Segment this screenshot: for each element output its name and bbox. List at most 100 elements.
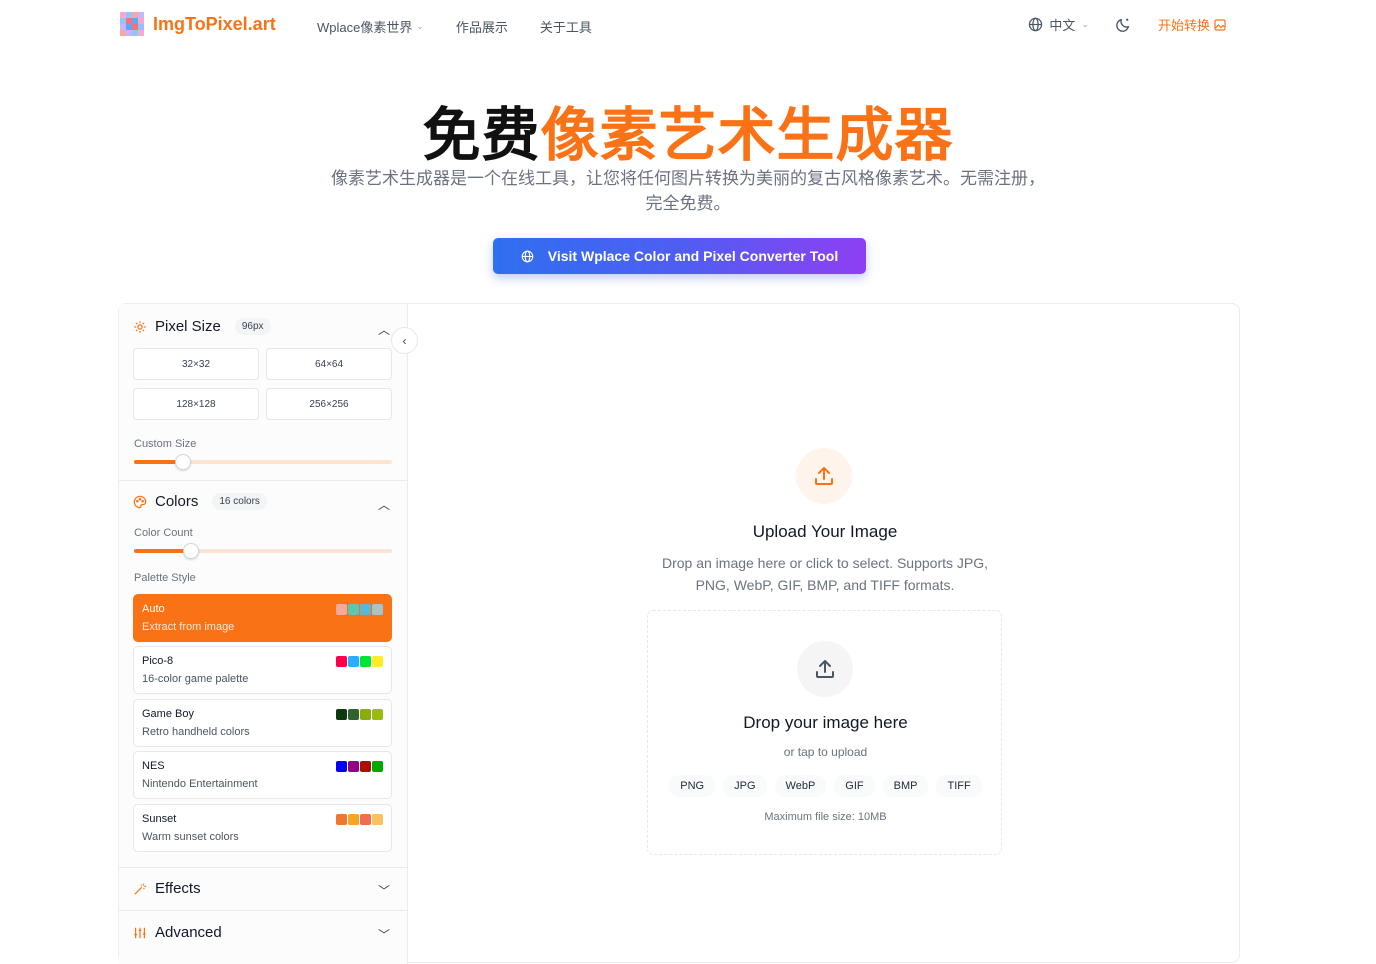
color-swatch bbox=[336, 761, 347, 772]
collapse-sidebar-button[interactable]: ‹ bbox=[391, 327, 418, 354]
palette-name: Auto bbox=[142, 603, 165, 615]
chevron-down-icon: ⌄ bbox=[1081, 19, 1089, 29]
colors-header[interactable]: Colors 16 colors bbox=[133, 493, 267, 510]
chevron-up-icon[interactable]: ︿ bbox=[378, 321, 390, 338]
start-convert-link[interactable]: 开始转换 bbox=[1158, 15, 1226, 34]
effects-title: Effects bbox=[155, 880, 201, 897]
magic-wand-icon bbox=[134, 883, 147, 895]
chevron-up-icon[interactable]: ︿ bbox=[378, 496, 390, 513]
upload-icon-badge bbox=[797, 641, 853, 697]
palette-sunset[interactable]: Sunset Warm sunset colors bbox=[133, 804, 392, 852]
nav-link-about[interactable]: 关于工具 bbox=[540, 17, 592, 36]
logo-text: ImgToPixel.art bbox=[153, 13, 276, 34]
size-option-64[interactable]: 64×64 bbox=[266, 348, 392, 380]
advanced-header[interactable]: Advanced bbox=[133, 924, 222, 941]
nav-right: 中文 ⌄ 开始转换 bbox=[1028, 15, 1226, 34]
color-swatch bbox=[336, 656, 347, 667]
color-count-slider[interactable] bbox=[134, 543, 392, 559]
palette-gameboy[interactable]: Game Boy Retro handheld colors bbox=[133, 699, 392, 747]
palette-name: NES bbox=[142, 760, 165, 772]
globe-icon bbox=[1029, 17, 1043, 32]
pixel-size-header[interactable]: Pixel Size 96px bbox=[133, 318, 271, 335]
upload-title: Upload Your Image bbox=[752, 522, 898, 541]
divider bbox=[119, 910, 408, 911]
color-swatch bbox=[348, 709, 359, 720]
color-swatch bbox=[348, 761, 359, 772]
size-option-256[interactable]: 256×256 bbox=[266, 388, 392, 420]
color-swatch bbox=[372, 656, 383, 667]
colors-badge: 16 colors bbox=[212, 493, 267, 510]
effects-header[interactable]: Effects bbox=[133, 880, 201, 897]
nav-link-label: 作品展示 bbox=[455, 20, 508, 35]
format-badge: PNG bbox=[669, 775, 716, 797]
color-swatch bbox=[360, 709, 371, 720]
palette-auto[interactable]: Auto Extract from image bbox=[133, 594, 392, 642]
format-badge: TIFF bbox=[936, 775, 982, 797]
logo[interactable]: ImgToPixel.art bbox=[120, 12, 276, 36]
custom-size-slider[interactable] bbox=[134, 454, 392, 470]
palette-icon bbox=[133, 495, 147, 508]
color-swatch bbox=[372, 604, 383, 615]
language-selector[interactable]: 中文 ⌄ bbox=[1028, 15, 1089, 34]
pixel-size-badge: 96px bbox=[234, 318, 271, 335]
start-convert-label: 开始转换 bbox=[1157, 18, 1210, 33]
format-badge: JPG bbox=[723, 775, 767, 797]
palette-nes[interactable]: NES Nintendo Entertainment bbox=[133, 751, 392, 799]
settings-sidebar: Pixel Size 96px ︿ 32×32 64×64 128×128 25… bbox=[119, 304, 408, 964]
hero-subtitle: 像素艺术生成器是一个在线工具，让您将任何图片转换为美丽的复古风格像素艺术。无需注… bbox=[331, 169, 1045, 213]
palette-desc: 16-color game palette bbox=[142, 673, 249, 685]
palette-desc: Warm sunset colors bbox=[142, 831, 239, 843]
color-swatch bbox=[348, 814, 359, 825]
pixel-size-title: Pixel Size bbox=[155, 318, 221, 335]
sliders-icon bbox=[134, 927, 146, 938]
nav-link-label: 关于工具 bbox=[539, 20, 592, 35]
palette-desc: Retro handheld colors bbox=[142, 726, 250, 738]
advanced-title: Advanced bbox=[155, 924, 222, 941]
color-swatch bbox=[372, 814, 383, 825]
custom-size-label: Custom Size bbox=[134, 438, 197, 450]
slider-thumb[interactable] bbox=[175, 454, 192, 470]
palette-desc: Extract from image bbox=[142, 621, 235, 633]
color-swatch bbox=[360, 814, 371, 825]
upload-area: Upload Your Image Drop an image here or … bbox=[409, 304, 1241, 964]
hero-title: 免费像素艺术生成器 bbox=[0, 88, 1376, 172]
palette-swatches bbox=[336, 604, 383, 615]
color-swatch bbox=[336, 814, 347, 825]
palette-swatches bbox=[336, 709, 383, 720]
theme-toggle[interactable] bbox=[1115, 16, 1132, 33]
chevron-down-icon[interactable]: ﹀ bbox=[378, 882, 390, 899]
upload-icon bbox=[816, 660, 834, 678]
drop-subtitle: or tap to upload bbox=[783, 745, 868, 759]
drop-title: Drop your image here bbox=[743, 713, 908, 732]
logo-icon bbox=[120, 12, 144, 36]
converter-panel: Pixel Size 96px ︿ 32×32 64×64 128×128 25… bbox=[118, 303, 1241, 964]
size-option-128[interactable]: 128×128 bbox=[133, 388, 259, 420]
globe-icon bbox=[521, 250, 534, 262]
palette-swatches bbox=[336, 814, 383, 825]
format-badge: GIF bbox=[834, 775, 875, 797]
palette-swatches bbox=[336, 761, 383, 772]
chevron-down-icon: ⌄ bbox=[416, 21, 424, 31]
palette-desc: Nintendo Entertainment bbox=[142, 778, 258, 790]
color-swatch bbox=[360, 761, 371, 772]
color-swatch bbox=[348, 604, 359, 615]
cta-label: Visit Wplace Color and Pixel Converter T… bbox=[547, 248, 839, 264]
hero-title-black: 免费 bbox=[422, 103, 541, 168]
color-swatch bbox=[360, 656, 371, 667]
palette-pico8[interactable]: Pico-8 16-color game palette bbox=[133, 646, 392, 694]
top-navbar: ImgToPixel.art Wplace像素世界 ⌄ 作品展示 关于工具 中文… bbox=[0, 0, 1376, 52]
image-icon bbox=[1214, 18, 1226, 31]
color-swatch bbox=[360, 604, 371, 615]
nav-link-wplace[interactable]: Wplace像素世界 ⌄ bbox=[317, 17, 424, 36]
nav-links: Wplace像素世界 ⌄ 作品展示 关于工具 bbox=[317, 17, 592, 36]
chevron-down-icon[interactable]: ﹀ bbox=[378, 926, 390, 943]
size-option-32[interactable]: 32×32 bbox=[133, 348, 259, 380]
hero-title-orange: 像素艺术生成器 bbox=[540, 103, 954, 168]
slider-thumb[interactable] bbox=[182, 543, 199, 559]
nav-link-gallery[interactable]: 作品展示 bbox=[456, 17, 508, 36]
wplace-cta-button[interactable]: Visit Wplace Color and Pixel Converter T… bbox=[493, 238, 866, 274]
color-count-label: Color Count bbox=[134, 527, 193, 539]
colors-title: Colors bbox=[155, 493, 199, 510]
image-dropzone[interactable]: Drop your image here or tap to upload PN… bbox=[647, 610, 1002, 855]
format-badge: BMP bbox=[882, 775, 929, 797]
